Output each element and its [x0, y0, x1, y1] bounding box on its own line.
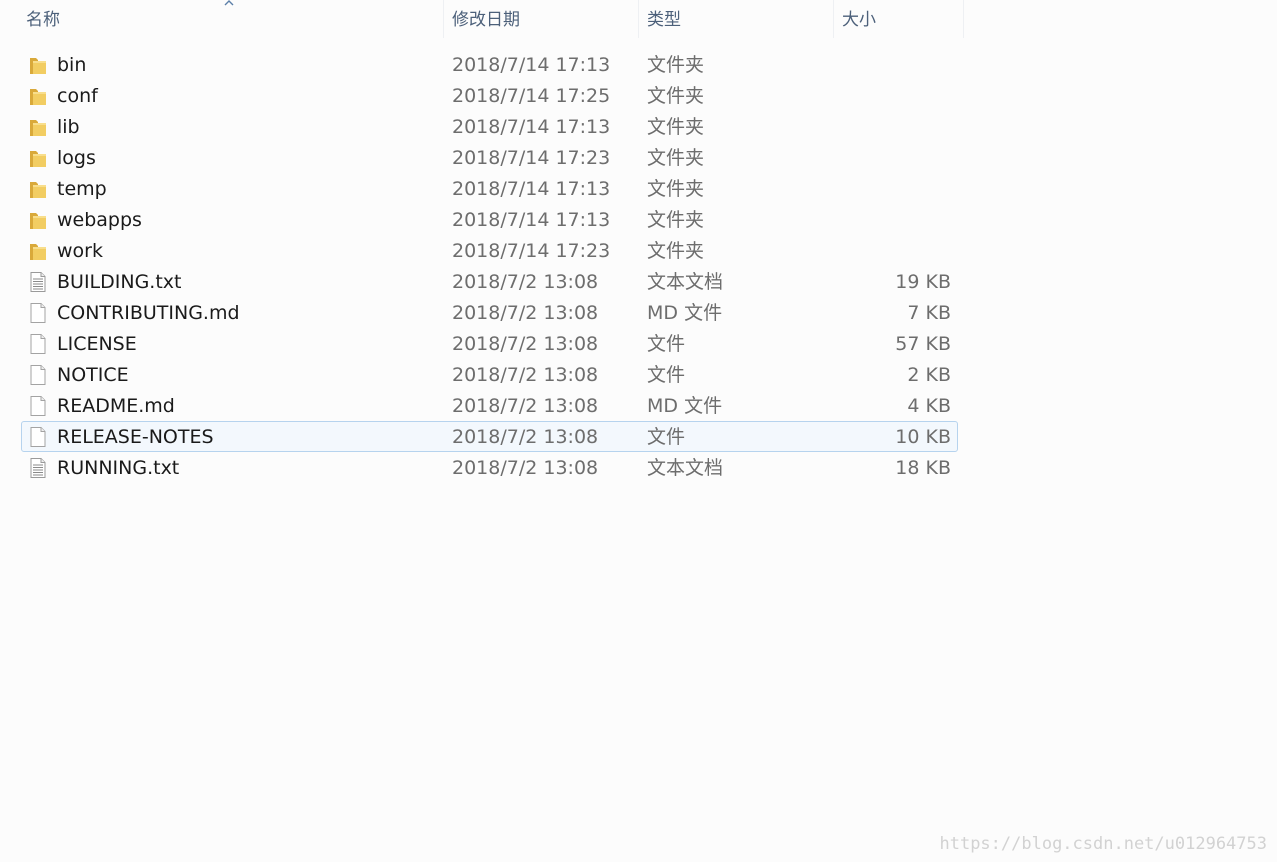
- file-modified-date: 2018/7/14 17:23: [452, 240, 611, 262]
- file-row[interactable]: RELEASE-NOTES 2018/7/2 13:08 文件 10 KB: [21, 421, 958, 452]
- file-name: CONTRIBUTING.md: [57, 302, 240, 324]
- file-name: BUILDING.txt: [57, 271, 182, 293]
- file-icon: [28, 333, 48, 355]
- file-row[interactable]: lib 2018/7/14 17:13 文件夹: [21, 111, 958, 142]
- folder-icon: [28, 178, 48, 200]
- file-name: temp: [57, 178, 107, 200]
- file-type: 文件夹: [647, 116, 705, 138]
- file-row[interactable]: webapps 2018/7/14 17:13 文件夹: [21, 204, 958, 235]
- file-modified-date: 2018/7/14 17:13: [452, 116, 611, 138]
- file-type: 文件: [647, 364, 686, 386]
- file-size: 19 KB: [895, 271, 951, 293]
- file-type: 文件夹: [647, 240, 705, 262]
- file-type: 文件夹: [647, 147, 705, 169]
- folder-icon: [28, 240, 48, 262]
- file-icon: [28, 395, 48, 417]
- folder-icon: [28, 209, 48, 231]
- column-header-type[interactable]: 类型: [638, 0, 832, 38]
- file-type: 文件夹: [647, 209, 705, 231]
- file-name: webapps: [57, 209, 142, 231]
- file-modified-date: 2018/7/2 13:08: [452, 333, 599, 355]
- file-modified-date: 2018/7/2 13:08: [452, 395, 599, 417]
- folder-icon: [28, 54, 48, 76]
- file-row[interactable]: RUNNING.txt 2018/7/2 13:08 文本文档 18 KB: [21, 452, 958, 483]
- file-row[interactable]: LICENSE 2018/7/2 13:08 文件 57 KB: [21, 328, 958, 359]
- file-row[interactable]: README.md 2018/7/2 13:08 MD 文件 4 KB: [21, 390, 958, 421]
- file-name: NOTICE: [57, 364, 129, 386]
- file-size: 7 KB: [907, 302, 951, 324]
- file-modified-date: 2018/7/2 13:08: [452, 426, 599, 448]
- file-row[interactable]: conf 2018/7/14 17:25 文件夹: [21, 80, 958, 111]
- file-modified-date: 2018/7/2 13:08: [452, 457, 599, 479]
- folder-icon: [28, 147, 48, 169]
- file-size: 18 KB: [895, 457, 951, 479]
- file-icon: [28, 426, 48, 448]
- column-header-bar: 名称 修改日期 类型 大小: [0, 0, 964, 38]
- file-type: 文本文档: [647, 271, 724, 293]
- file-name: LICENSE: [57, 333, 137, 355]
- file-row[interactable]: bin 2018/7/14 17:13 文件夹: [21, 49, 958, 80]
- file-row[interactable]: CONTRIBUTING.md 2018/7/2 13:08 MD 文件 7 KB: [21, 297, 958, 328]
- column-header-size[interactable]: 大小: [833, 0, 964, 38]
- file-size: 10 KB: [895, 426, 951, 448]
- folder-icon: [28, 85, 48, 107]
- file-size: 2 KB: [907, 364, 951, 386]
- file-row[interactable]: temp 2018/7/14 17:13 文件夹: [21, 173, 958, 204]
- file-row[interactable]: BUILDING.txt 2018/7/2 13:08 文本文档 19 KB: [21, 266, 958, 297]
- watermark: https://blog.csdn.net/u012964753: [939, 834, 1267, 854]
- file-name: RELEASE-NOTES: [57, 426, 214, 448]
- folder-icon: [28, 116, 48, 138]
- file-row[interactable]: work 2018/7/14 17:23 文件夹: [21, 235, 958, 266]
- file-type: 文件夹: [647, 54, 705, 76]
- text-document-icon: [28, 271, 48, 293]
- file-modified-date: 2018/7/14 17:25: [452, 85, 611, 107]
- file-row[interactable]: NOTICE 2018/7/2 13:08 文件 2 KB: [21, 359, 958, 390]
- file-name: conf: [57, 85, 98, 107]
- file-type: 文件夹: [647, 85, 705, 107]
- text-document-icon: [28, 457, 48, 479]
- file-type: MD 文件: [647, 302, 723, 324]
- file-name: lib: [57, 116, 80, 138]
- file-modified-date: 2018/7/14 17:13: [452, 54, 611, 76]
- file-size: 57 KB: [895, 333, 951, 355]
- file-name: logs: [57, 147, 96, 169]
- file-type: 文件夹: [647, 178, 705, 200]
- file-row[interactable]: logs 2018/7/14 17:23 文件夹: [21, 142, 958, 173]
- file-type: 文件: [647, 426, 686, 448]
- file-modified-date: 2018/7/2 13:08: [452, 302, 599, 324]
- file-name: RUNNING.txt: [57, 457, 180, 479]
- column-header-name[interactable]: 名称: [18, 0, 442, 38]
- file-name: bin: [57, 54, 87, 76]
- file-name: work: [57, 240, 103, 262]
- file-modified-date: 2018/7/2 13:08: [452, 364, 599, 386]
- file-size: 4 KB: [907, 395, 951, 417]
- column-header-date[interactable]: 修改日期: [443, 0, 637, 38]
- file-modified-date: 2018/7/14 17:13: [452, 209, 611, 231]
- file-type: 文本文档: [647, 457, 724, 479]
- file-modified-date: 2018/7/14 17:23: [452, 147, 611, 169]
- file-type: 文件: [647, 333, 686, 355]
- file-modified-date: 2018/7/14 17:13: [452, 178, 611, 200]
- file-icon: [28, 302, 48, 324]
- file-modified-date: 2018/7/2 13:08: [452, 271, 599, 293]
- file-type: MD 文件: [647, 395, 723, 417]
- file-icon: [28, 364, 48, 386]
- file-name: README.md: [57, 395, 175, 417]
